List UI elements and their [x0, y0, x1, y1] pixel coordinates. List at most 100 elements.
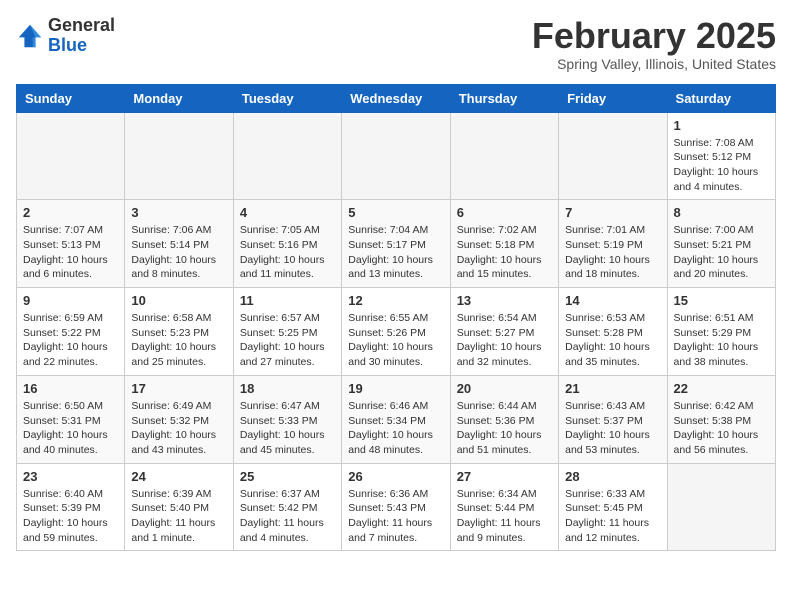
- day-info: Sunrise: 7:06 AM Sunset: 5:14 PM Dayligh…: [131, 223, 226, 282]
- calendar-cell: 26Sunrise: 6:36 AM Sunset: 5:43 PM Dayli…: [342, 463, 450, 551]
- day-header-tuesday: Tuesday: [233, 84, 341, 112]
- calendar-cell: [233, 112, 341, 200]
- day-number: 24: [131, 469, 226, 484]
- day-info: Sunrise: 6:40 AM Sunset: 5:39 PM Dayligh…: [23, 487, 118, 546]
- logo: General Blue: [16, 16, 115, 56]
- calendar-cell: [667, 463, 775, 551]
- day-info: Sunrise: 6:51 AM Sunset: 5:29 PM Dayligh…: [674, 311, 769, 370]
- calendar-cell: 1 Sunrise: 7:08 AM Sunset: 5:12 PM Daylig…: [667, 112, 775, 200]
- day-info: Sunrise: 7:01 AM Sunset: 5:19 PM Dayligh…: [565, 223, 660, 282]
- calendar-cell: 23Sunrise: 6:40 AM Sunset: 5:39 PM Dayli…: [17, 463, 125, 551]
- calendar-cell: 25 Sunrise: 6:37 AM Sunset: 5:42 PM Dayli…: [233, 463, 341, 551]
- week-row-5: 23Sunrise: 6:40 AM Sunset: 5:39 PM Dayli…: [17, 463, 776, 551]
- calendar-cell: 14Sunrise: 6:53 AM Sunset: 5:28 PM Dayli…: [559, 288, 667, 376]
- day-info: Sunrise: 6:46 AM Sunset: 5:34 PM Dayligh…: [348, 399, 443, 458]
- calendar-cell: 21 Sunrise: 6:43 AM Sunset: 5:37 PM Dayli…: [559, 375, 667, 463]
- calendar-cell: 15 Sunrise: 6:51 AM Sunset: 5:29 PM Dayli…: [667, 288, 775, 376]
- logo-icon: [16, 22, 44, 50]
- calendar-cell: 6 Sunrise: 7:02 AM Sunset: 5:18 PM Daylig…: [450, 200, 558, 288]
- title-block: February 2025 Spring Valley, Illinois, U…: [532, 16, 776, 72]
- day-number: 9: [23, 293, 118, 308]
- calendar-cell: 12 Sunrise: 6:55 AM Sunset: 5:26 PM Dayli…: [342, 288, 450, 376]
- calendar-table: SundayMondayTuesdayWednesdayThursdayFrid…: [16, 84, 776, 552]
- day-number: 21: [565, 381, 660, 396]
- day-info: Sunrise: 7:00 AM Sunset: 5:21 PM Dayligh…: [674, 223, 769, 282]
- calendar-cell: 2 Sunrise: 7:07 AM Sunset: 5:13 PM Daylig…: [17, 200, 125, 288]
- day-info: Sunrise: 6:55 AM Sunset: 5:26 PM Dayligh…: [348, 311, 443, 370]
- day-header-saturday: Saturday: [667, 84, 775, 112]
- calendar-cell: 7 Sunrise: 7:01 AM Sunset: 5:19 PM Daylig…: [559, 200, 667, 288]
- day-number: 1: [674, 118, 769, 133]
- day-info: Sunrise: 6:53 AM Sunset: 5:28 PM Dayligh…: [565, 311, 660, 370]
- day-header-thursday: Thursday: [450, 84, 558, 112]
- day-number: 22: [674, 381, 769, 396]
- calendar-cell: [342, 112, 450, 200]
- day-number: 19: [348, 381, 443, 396]
- day-number: 5: [348, 205, 443, 220]
- calendar-cell: 9 Sunrise: 6:59 AM Sunset: 5:22 PM Daylig…: [17, 288, 125, 376]
- day-info: Sunrise: 6:42 AM Sunset: 5:38 PM Dayligh…: [674, 399, 769, 458]
- day-number: 15: [674, 293, 769, 308]
- day-info: Sunrise: 6:34 AM Sunset: 5:44 PM Dayligh…: [457, 487, 552, 546]
- calendar-cell: [450, 112, 558, 200]
- calendar-cell: 28Sunrise: 6:33 AM Sunset: 5:45 PM Dayli…: [559, 463, 667, 551]
- day-info: Sunrise: 6:47 AM Sunset: 5:33 PM Dayligh…: [240, 399, 335, 458]
- day-number: 2: [23, 205, 118, 220]
- day-header-wednesday: Wednesday: [342, 84, 450, 112]
- day-info: Sunrise: 6:54 AM Sunset: 5:27 PM Dayligh…: [457, 311, 552, 370]
- day-header-sunday: Sunday: [17, 84, 125, 112]
- day-info: Sunrise: 6:37 AM Sunset: 5:42 PM Dayligh…: [240, 487, 335, 546]
- logo-general-text: General: [48, 15, 115, 35]
- month-title: February 2025: [532, 16, 776, 56]
- calendar-cell: 13 Sunrise: 6:54 AM Sunset: 5:27 PM Dayli…: [450, 288, 558, 376]
- day-header-monday: Monday: [125, 84, 233, 112]
- day-number: 18: [240, 381, 335, 396]
- calendar-cell: 24 Sunrise: 6:39 AM Sunset: 5:40 PM Dayli…: [125, 463, 233, 551]
- day-info: Sunrise: 6:50 AM Sunset: 5:31 PM Dayligh…: [23, 399, 118, 458]
- day-info: Sunrise: 6:57 AM Sunset: 5:25 PM Dayligh…: [240, 311, 335, 370]
- day-info: Sunrise: 6:39 AM Sunset: 5:40 PM Dayligh…: [131, 487, 226, 546]
- day-info: Sunrise: 6:49 AM Sunset: 5:32 PM Dayligh…: [131, 399, 226, 458]
- day-number: 11: [240, 293, 335, 308]
- day-info: Sunrise: 7:04 AM Sunset: 5:17 PM Dayligh…: [348, 223, 443, 282]
- week-row-3: 9 Sunrise: 6:59 AM Sunset: 5:22 PM Daylig…: [17, 288, 776, 376]
- day-info: Sunrise: 6:59 AM Sunset: 5:22 PM Dayligh…: [23, 311, 118, 370]
- calendar-cell: 18 Sunrise: 6:47 AM Sunset: 5:33 PM Dayli…: [233, 375, 341, 463]
- week-row-2: 2 Sunrise: 7:07 AM Sunset: 5:13 PM Daylig…: [17, 200, 776, 288]
- week-row-1: 1 Sunrise: 7:08 AM Sunset: 5:12 PM Daylig…: [17, 112, 776, 200]
- calendar-cell: 4Sunrise: 7:05 AM Sunset: 5:16 PM Daylig…: [233, 200, 341, 288]
- day-number: 26: [348, 469, 443, 484]
- day-info: Sunrise: 7:08 AM Sunset: 5:12 PM Dayligh…: [674, 136, 769, 195]
- day-info: Sunrise: 6:43 AM Sunset: 5:37 PM Dayligh…: [565, 399, 660, 458]
- location-subtitle: Spring Valley, Illinois, United States: [532, 56, 776, 72]
- day-number: 25: [240, 469, 335, 484]
- day-number: 4: [240, 205, 335, 220]
- logo-blue-text: Blue: [48, 35, 87, 55]
- calendar-cell: 5 Sunrise: 7:04 AM Sunset: 5:17 PM Daylig…: [342, 200, 450, 288]
- day-info: Sunrise: 7:02 AM Sunset: 5:18 PM Dayligh…: [457, 223, 552, 282]
- calendar-cell: 11 Sunrise: 6:57 AM Sunset: 5:25 PM Dayli…: [233, 288, 341, 376]
- calendar-cell: 16 Sunrise: 6:50 AM Sunset: 5:31 PM Dayli…: [17, 375, 125, 463]
- day-header-row: SundayMondayTuesdayWednesdayThursdayFrid…: [17, 84, 776, 112]
- calendar-cell: 20 Sunrise: 6:44 AM Sunset: 5:36 PM Dayli…: [450, 375, 558, 463]
- day-number: 20: [457, 381, 552, 396]
- day-number: 6: [457, 205, 552, 220]
- day-header-friday: Friday: [559, 84, 667, 112]
- day-info: Sunrise: 7:07 AM Sunset: 5:13 PM Dayligh…: [23, 223, 118, 282]
- day-number: 13: [457, 293, 552, 308]
- day-number: 27: [457, 469, 552, 484]
- calendar-cell: 17 Sunrise: 6:49 AM Sunset: 5:32 PM Dayli…: [125, 375, 233, 463]
- calendar-cell: [17, 112, 125, 200]
- day-info: Sunrise: 6:58 AM Sunset: 5:23 PM Dayligh…: [131, 311, 226, 370]
- day-number: 12: [348, 293, 443, 308]
- calendar-cell: 27 Sunrise: 6:34 AM Sunset: 5:44 PM Dayli…: [450, 463, 558, 551]
- day-info: Sunrise: 6:33 AM Sunset: 5:45 PM Dayligh…: [565, 487, 660, 546]
- day-number: 10: [131, 293, 226, 308]
- day-number: 17: [131, 381, 226, 396]
- calendar-cell: 19 Sunrise: 6:46 AM Sunset: 5:34 PM Dayli…: [342, 375, 450, 463]
- day-info: Sunrise: 6:44 AM Sunset: 5:36 PM Dayligh…: [457, 399, 552, 458]
- page-header: General Blue February 2025 Spring Valley…: [16, 16, 776, 72]
- day-number: 7: [565, 205, 660, 220]
- day-number: 16: [23, 381, 118, 396]
- day-number: 8: [674, 205, 769, 220]
